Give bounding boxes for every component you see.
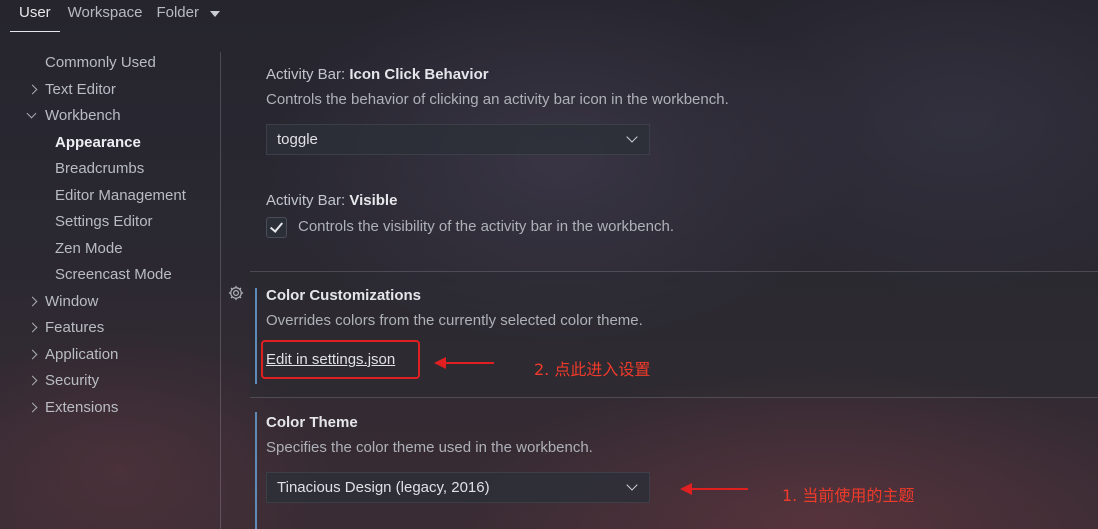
settings-scope-tabs: User Workspace Folder xyxy=(0,0,234,34)
annotation-step1: 1. 当前使用的主题 xyxy=(782,486,915,505)
tree-item-label: Breadcrumbs xyxy=(55,160,145,177)
tree-item-label: Zen Mode xyxy=(55,239,123,257)
tree-item-text-editor[interactable]: Text Editor xyxy=(0,77,220,104)
tree-item-extensions[interactable]: Extensions xyxy=(0,395,220,422)
tree-item-settings-editor[interactable]: Settings Editor xyxy=(0,209,220,236)
setting-category: Activity Bar: xyxy=(266,192,350,209)
chevron-right-icon xyxy=(27,368,39,394)
setting-color-theme: Color Theme Specifies the color theme us… xyxy=(266,414,593,456)
tree-item-label: Text Editor xyxy=(45,80,116,98)
tree-item-label: Appearance xyxy=(55,133,141,151)
modified-indicator xyxy=(255,412,257,529)
tree-item-label: Window xyxy=(45,292,99,310)
chevron-right-icon xyxy=(27,395,39,421)
tree-item-breadcrumbs[interactable]: Breadcrumbs xyxy=(0,156,220,183)
caret-down-icon[interactable] xyxy=(209,11,220,17)
setting-description: Overrides colors from the currently sele… xyxy=(266,312,643,329)
gear-icon[interactable] xyxy=(227,284,245,302)
tree-item-application[interactable]: Application xyxy=(0,342,220,369)
modified-indicator xyxy=(255,288,257,384)
setting-title: Activity Bar: Visible xyxy=(266,192,397,209)
tree-item-label: Editor Management xyxy=(55,186,186,204)
annotation-arrow xyxy=(434,357,494,369)
tab-workspace[interactable]: Workspace xyxy=(68,0,143,32)
tree-item-label: Workbench xyxy=(45,107,121,124)
tree-item-label: Application xyxy=(45,345,119,363)
tab-user[interactable]: User xyxy=(10,0,60,32)
check-icon xyxy=(269,219,284,233)
annotation-highlight-box xyxy=(261,340,420,379)
select-value: Tinacious Design (legacy, 2016) xyxy=(277,479,490,496)
setting-name: Color Customizations xyxy=(266,287,422,304)
chevron-right-icon xyxy=(27,77,39,103)
icon-click-behavior-select[interactable]: toggle xyxy=(266,124,650,155)
tree-item-features[interactable]: Features xyxy=(0,315,220,342)
chevron-down-icon xyxy=(626,479,638,491)
tree-item-appearance[interactable]: Appearance xyxy=(0,130,220,157)
tree-item-commonly-used[interactable]: Commonly Used xyxy=(0,50,220,77)
checkbox-label: Controls the visibility of the activity … xyxy=(298,218,675,235)
setting-description: Specifies the color theme used in the wo… xyxy=(266,439,593,456)
tree-item-zen-mode[interactable]: Zen Mode xyxy=(0,236,220,263)
tree-item-workbench[interactable]: Workbench xyxy=(0,103,220,130)
tree-item-label: Extensions xyxy=(45,398,119,416)
activity-bar-visible-checkbox[interactable] xyxy=(266,217,287,238)
setting-name: Icon Click Behavior xyxy=(349,66,489,83)
tab-folder-label: Folder xyxy=(156,4,199,21)
setting-title: Activity Bar: Icon Click Behavior xyxy=(266,66,729,83)
sidebar-divider xyxy=(220,52,221,529)
tree-item-label: Screencast Mode xyxy=(55,266,172,283)
chevron-down-icon xyxy=(626,131,638,143)
tree-item-label: Security xyxy=(45,372,100,389)
setting-name: Color Theme xyxy=(266,414,358,431)
setting-icon-click-behavior: Activity Bar: Icon Click Behavior Contro… xyxy=(266,66,729,108)
setting-description: Controls the behavior of clicking an act… xyxy=(266,91,729,108)
tree-item-label: Features xyxy=(45,319,105,336)
setting-color-customizations: Color Customizations Overrides colors fr… xyxy=(266,287,643,329)
tree-item-window[interactable]: Window xyxy=(0,289,220,316)
annotation-arrow xyxy=(680,483,748,495)
chevron-down-icon xyxy=(27,103,39,129)
settings-tree: Commonly Used Text Editor Workbench Appe… xyxy=(0,50,220,421)
setting-name: Visible xyxy=(349,192,398,209)
tab-folder[interactable]: Folder xyxy=(156,0,220,32)
tree-item-label: Commonly Used xyxy=(45,54,156,71)
setting-activity-bar-visible: Activity Bar: Visible xyxy=(266,192,397,209)
chevron-right-icon xyxy=(27,342,39,368)
chevron-right-icon xyxy=(27,289,39,315)
tree-item-label: Settings Editor xyxy=(55,213,153,230)
tree-item-editor-management[interactable]: Editor Management xyxy=(0,183,220,210)
tree-item-screencast-mode[interactable]: Screencast Mode xyxy=(0,262,220,289)
annotation-step2: 2. 点此进入设置 xyxy=(534,360,651,379)
tree-item-security[interactable]: Security xyxy=(0,368,220,395)
color-theme-select[interactable]: Tinacious Design (legacy, 2016) xyxy=(266,472,650,503)
select-value: toggle xyxy=(277,131,318,148)
setting-category: Activity Bar: xyxy=(266,66,350,83)
chevron-right-icon xyxy=(27,315,39,341)
